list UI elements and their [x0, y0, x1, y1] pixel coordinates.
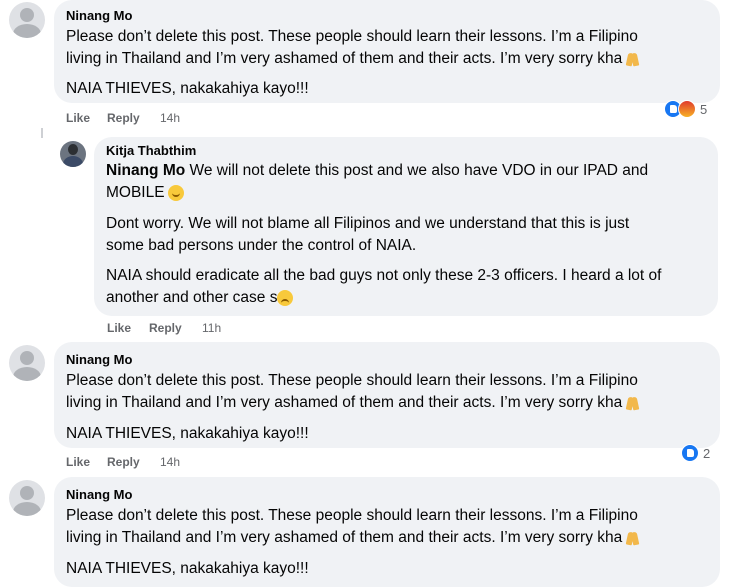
comment-text-line-text: We will not delete this post and we also…	[185, 162, 649, 179]
mention-link[interactable]: Ninang Mo	[106, 162, 185, 179]
comment-author[interactable]: Ninang Mo	[66, 487, 132, 502]
reply-button[interactable]: Reply	[149, 321, 182, 335]
comment-text-line-text: MOBILE	[106, 184, 165, 201]
avatar[interactable]	[9, 480, 45, 516]
comment-timestamp[interactable]: 14h	[160, 455, 180, 469]
comment-author[interactable]: Kitja Thabthim	[106, 143, 196, 158]
smile-emoji-icon	[167, 184, 184, 201]
comment-text-paragraph: NAIA THIEVES, nakakahiya kayo!!!	[66, 80, 309, 97]
comment-text: Please don’t delete this post. These peo…	[66, 26, 640, 70]
comment-text-line: another and other case s	[106, 287, 661, 309]
comment-author[interactable]: Ninang Mo	[66, 352, 132, 367]
comment-text-line: Please don’t delete this post. These peo…	[66, 28, 638, 45]
avatar-head-shape	[20, 8, 34, 22]
reaction-count: 5	[700, 101, 708, 117]
comment-text-paragraph: Dont worry. We will not blame all Filipi…	[106, 213, 629, 257]
comment-text-line: Ninang Mo We will not delete this post a…	[106, 160, 648, 182]
comment-text-paragraph: NAIA should eradicate all the bad guys n…	[106, 265, 661, 309]
comment-text-line: NAIA should eradicate all the bad guys n…	[106, 267, 662, 284]
like-reaction-icon	[681, 444, 699, 462]
avatar-body-shape	[13, 502, 41, 516]
comment-text-line: living in Thailand and I’m very ashamed …	[66, 392, 640, 414]
reply-button[interactable]: Reply	[107, 111, 140, 125]
comment-text-line: living in Thailand and I’m very ashamed …	[66, 48, 640, 70]
folded-hands-icon	[626, 530, 640, 546]
avatar-body-shape	[13, 24, 41, 38]
sad-emoji-icon	[277, 289, 294, 306]
comment-text-line: some bad persons under the control of NA…	[106, 237, 417, 254]
like-button[interactable]: Like	[66, 455, 90, 469]
reaction-summary[interactable]: 2	[681, 443, 710, 463]
comment-text-line-text: living in Thailand and I’m very ashamed …	[66, 529, 623, 546]
comment-timestamp[interactable]: 14h	[160, 111, 180, 125]
comment-text-line: MOBILE	[106, 182, 648, 204]
avatar-body-shape	[63, 156, 83, 167]
folded-hands-icon	[626, 395, 640, 411]
comment-text-line: Please don’t delete this post. These peo…	[66, 507, 638, 524]
comment-bubble: Kitja Thabthim Ninang Mo We will not del…	[94, 137, 718, 316]
comment-text-line: Please don’t delete this post. These peo…	[66, 372, 638, 389]
comment-bubble: Ninang Mo Please don’t delete this post.…	[54, 342, 720, 448]
comment-text-line-text: living in Thailand and I’m very ashamed …	[66, 394, 623, 411]
comment-text-line-text: living in Thailand and I’m very ashamed …	[66, 50, 623, 67]
comment-bubble: Ninang Mo Please don’t delete this post.…	[54, 0, 720, 103]
comment-text: Please don’t delete this post. These peo…	[66, 505, 640, 549]
comment-text: Ninang Mo We will not delete this post a…	[106, 160, 648, 204]
angry-reaction-icon	[678, 100, 696, 118]
avatar-head-shape	[68, 144, 78, 155]
avatar[interactable]	[9, 345, 45, 381]
like-button[interactable]: Like	[107, 321, 131, 335]
thread-connector-line	[41, 128, 43, 138]
like-button[interactable]: Like	[66, 111, 90, 125]
comment-text-line: Dont worry. We will not blame all Filipi…	[106, 215, 630, 232]
comment-text-paragraph: NAIA THIEVES, nakakahiya kayo!!!	[66, 560, 309, 577]
avatar[interactable]	[9, 2, 45, 38]
comment-bubble: Ninang Mo Please don’t delete this post.…	[54, 477, 720, 587]
avatar[interactable]	[60, 141, 86, 167]
comment-text-line-text: another and other case s	[106, 289, 278, 306]
folded-hands-icon	[626, 51, 640, 67]
comment-text: Please don’t delete this post. These peo…	[66, 370, 640, 414]
comment-text-line: living in Thailand and I’m very ashamed …	[66, 527, 640, 549]
avatar-body-shape	[13, 367, 41, 381]
avatar-head-shape	[20, 351, 34, 365]
comment-author[interactable]: Ninang Mo	[66, 8, 132, 23]
comment-text-paragraph: NAIA THIEVES, nakakahiya kayo!!!	[66, 425, 309, 442]
avatar-head-shape	[20, 486, 34, 500]
comment-timestamp[interactable]: 11h	[202, 321, 221, 335]
reaction-summary[interactable]: 5	[664, 99, 707, 119]
reaction-count: 2	[703, 445, 711, 461]
reply-button[interactable]: Reply	[107, 455, 140, 469]
